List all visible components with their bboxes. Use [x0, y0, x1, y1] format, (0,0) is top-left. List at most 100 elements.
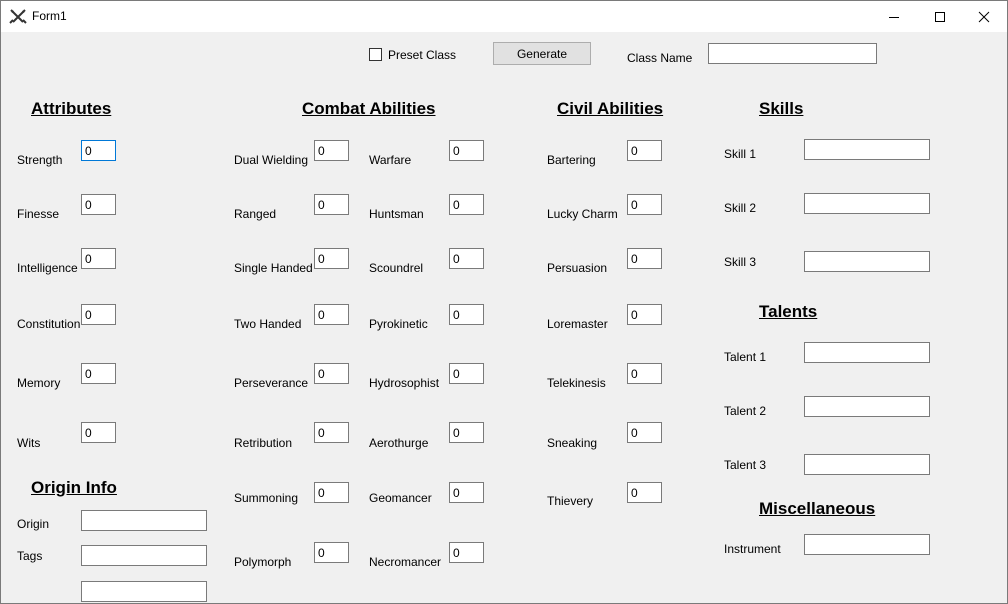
huntsman-input[interactable]	[449, 194, 484, 215]
sneaking-label: Sneaking	[547, 436, 598, 450]
skill-1-input[interactable]	[804, 139, 930, 160]
preset-class-label: Preset Class	[388, 48, 457, 62]
civil-abilities-header: Civil Abilities	[557, 99, 664, 118]
two-handed-label: Two Handed	[234, 317, 302, 331]
polymorph-input[interactable]	[314, 542, 349, 563]
intelligence-label: Intelligence	[17, 261, 78, 275]
retribution-label: Retribution	[234, 436, 293, 450]
perseverance-label: Perseverance	[234, 376, 309, 390]
loremaster-label: Loremaster	[547, 317, 608, 331]
talents-header: Talents	[759, 302, 818, 321]
dual-wielding-input[interactable]	[314, 140, 349, 161]
crossed-swords-icon	[9, 9, 27, 24]
telekinesis-input[interactable]	[627, 363, 662, 384]
finesse-input[interactable]	[81, 194, 116, 215]
minimize-icon	[889, 16, 899, 18]
attributes-header: Attributes	[31, 99, 112, 118]
skill-3-input[interactable]	[804, 251, 930, 272]
geomancer-input[interactable]	[449, 482, 484, 503]
skill-3-label: Skill 3	[724, 255, 757, 269]
sneaking-input[interactable]	[627, 422, 662, 443]
scoundrel-input[interactable]	[449, 248, 484, 269]
maximize-icon	[935, 11, 945, 22]
pyrokinetic-input[interactable]	[449, 304, 484, 325]
combat-abilities-header: Combat Abilities	[302, 99, 436, 118]
talent-1-label: Talent 1	[724, 350, 767, 364]
aerothurge-input[interactable]	[449, 422, 484, 443]
form-client-area: Preset Class Generate Class Name Attribu…	[1, 32, 1007, 603]
main-window: Form1 Preset Class Generate Class Name A…	[0, 0, 1008, 604]
skill-1-label: Skill 1	[724, 147, 757, 161]
loremaster-input[interactable]	[627, 304, 662, 325]
geomancer-label: Geomancer	[369, 491, 432, 505]
perseverance-input[interactable]	[314, 363, 349, 384]
instrument-label: Instrument	[724, 542, 781, 556]
hydrosophist-label: Hydrosophist	[369, 376, 440, 390]
summoning-input[interactable]	[314, 482, 349, 503]
class-name-label: Class Name	[627, 51, 693, 65]
origin-info-header: Origin Info	[31, 478, 117, 497]
talent-1-input[interactable]	[804, 342, 930, 363]
preset-class-checkbox[interactable]	[369, 48, 382, 61]
retribution-input[interactable]	[314, 422, 349, 443]
maximize-button[interactable]	[917, 1, 963, 32]
close-icon	[978, 11, 990, 22]
skill-2-label: Skill 2	[724, 201, 757, 215]
wits-input[interactable]	[81, 422, 116, 443]
instrument-input[interactable]	[804, 534, 930, 555]
origin-label: Origin	[17, 517, 50, 531]
aerothurge-label: Aerothurge	[369, 436, 429, 450]
lucky-charm-input[interactable]	[627, 194, 662, 215]
persuasion-input[interactable]	[627, 248, 662, 269]
talent-3-label: Talent 3	[724, 458, 767, 472]
dual-wielding-label: Dual Wielding	[234, 153, 309, 167]
scoundrel-label: Scoundrel	[369, 261, 424, 275]
bartering-label: Bartering	[547, 153, 596, 167]
hydrosophist-input[interactable]	[449, 363, 484, 384]
necromancer-label: Necromancer	[369, 555, 442, 569]
strength-input[interactable]	[81, 140, 116, 161]
thievery-input[interactable]	[627, 482, 662, 503]
title-bar[interactable]: Form1	[1, 1, 1007, 32]
talent-2-input[interactable]	[804, 396, 930, 417]
persuasion-label: Persuasion	[547, 261, 608, 275]
necromancer-input[interactable]	[449, 542, 484, 563]
skills-header: Skills	[759, 99, 804, 118]
wits-label: Wits	[17, 436, 41, 450]
summoning-label: Summoning	[234, 491, 299, 505]
class-name-input[interactable]	[708, 43, 877, 64]
tags-label: Tags	[17, 549, 43, 563]
warfare-label: Warfare	[369, 153, 412, 167]
finesse-label: Finesse	[17, 207, 60, 221]
tags-input-2[interactable]	[81, 581, 207, 602]
ranged-label: Ranged	[234, 207, 277, 221]
origin-input[interactable]	[81, 510, 207, 531]
thievery-label: Thievery	[547, 494, 594, 508]
talent-2-label: Talent 2	[724, 404, 767, 418]
polymorph-label: Polymorph	[234, 555, 292, 569]
close-button[interactable]	[961, 1, 1007, 32]
tags-input[interactable]	[81, 545, 207, 566]
ranged-input[interactable]	[314, 194, 349, 215]
single-handed-label: Single Handed	[234, 261, 313, 275]
skill-2-input[interactable]	[804, 193, 930, 214]
talent-3-input[interactable]	[804, 454, 930, 475]
window-title: Form1	[32, 9, 67, 23]
memory-input[interactable]	[81, 363, 116, 384]
minimize-button[interactable]	[871, 1, 917, 32]
bartering-input[interactable]	[627, 140, 662, 161]
intelligence-input[interactable]	[81, 248, 116, 269]
two-handed-input[interactable]	[314, 304, 349, 325]
constitution-input[interactable]	[81, 304, 116, 325]
constitution-label: Constitution	[17, 317, 81, 331]
miscellaneous-header: Miscellaneous	[759, 499, 876, 518]
telekinesis-label: Telekinesis	[547, 376, 606, 390]
memory-label: Memory	[17, 376, 61, 390]
generate-button[interactable]: Generate	[493, 42, 591, 65]
strength-label: Strength	[17, 153, 63, 167]
warfare-input[interactable]	[449, 140, 484, 161]
pyrokinetic-label: Pyrokinetic	[369, 317, 428, 331]
lucky-charm-label: Lucky Charm	[547, 207, 618, 221]
huntsman-label: Huntsman	[369, 207, 424, 221]
single-handed-input[interactable]	[314, 248, 349, 269]
